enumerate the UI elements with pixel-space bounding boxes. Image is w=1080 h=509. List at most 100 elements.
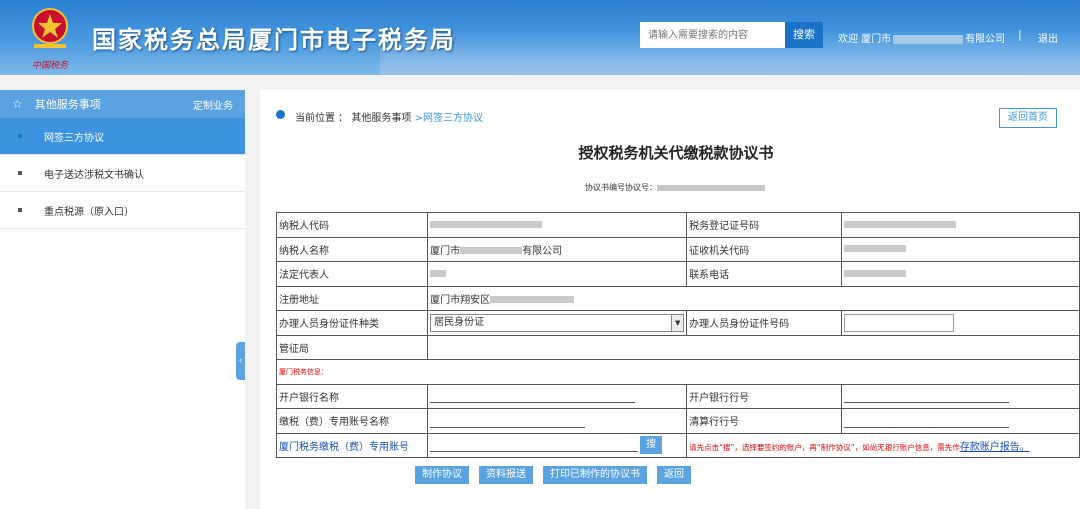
welcome-prefix: 欢迎	[838, 34, 858, 45]
account-name-cell	[427, 408, 688, 434]
section-label: 厦门税务信息：	[279, 368, 328, 377]
action-buttons: 制作协议 资料报送 打印已制作的协议书 返回	[415, 466, 691, 484]
redacted-value	[460, 247, 523, 255]
sidebar-title: 其他服务事项	[34, 98, 101, 111]
emblem-script: 中国税务	[31, 61, 68, 71]
taxpayer-id-label: 纳税人代码	[275, 212, 429, 238]
table-row: 注册地址 厦门市翔安区	[275, 285, 1080, 311]
table-row: 纳税人名称 厦门市 有限公司 征收机关代码	[275, 236, 1080, 262]
address-value: 厦门市翔安区	[427, 285, 1080, 311]
redacted-company-name	[893, 34, 964, 44]
top-header: 中国税务 国家税务总局厦门市电子税务局 搜索 欢迎 厦门市 有限公司 | 退出	[0, 0, 1080, 75]
print-agreement-button[interactable]: 打印已制作的协议书	[543, 466, 647, 484]
bullet-icon	[18, 171, 22, 175]
sidebar-item-tripartite-agreement[interactable]: 网签三方协议	[0, 118, 245, 155]
account-no-input[interactable]	[430, 438, 639, 453]
breadcrumb-parent[interactable]: 其他服务事项	[351, 113, 411, 124]
clearing-bank-input[interactable]	[844, 414, 1010, 428]
account-name-input[interactable]	[430, 414, 586, 428]
tax-bureau-label: 管征局	[275, 334, 429, 360]
search-input[interactable]	[640, 22, 785, 48]
bank-code-cell	[841, 383, 1080, 409]
redacted-value	[430, 269, 447, 277]
bullet-icon	[18, 134, 22, 138]
deposit-account-report-link[interactable]: 存款账户报告。	[960, 442, 1030, 453]
location-pin-icon	[276, 110, 285, 119]
bank-name-input[interactable]	[430, 389, 636, 404]
table-row: 厦门税务缴税（费）专用账号 搜 请先点击“搜”，选择要签约的账户，再“制作协议”…	[275, 432, 1080, 458]
search-button[interactable]: 搜索	[785, 22, 823, 48]
account-no-cell: 搜	[427, 432, 688, 458]
agreement-number: 协议书编号协议号：	[585, 182, 765, 193]
phone-value	[841, 261, 1080, 287]
section-header-cell: 厦门税务信息：	[276, 359, 1080, 385]
logout-link[interactable]: 退出	[1038, 30, 1058, 45]
address-label: 注册地址	[275, 285, 429, 311]
return-home-button[interactable]: 返回首页	[999, 108, 1057, 128]
dropdown-arrow-icon[interactable]: ▼	[671, 314, 684, 331]
agreement-number-label: 协议书编号协议号：	[585, 183, 657, 192]
taxpayer-name-suffix: 有限公司	[522, 245, 563, 257]
phone-label: 联系电话	[686, 261, 843, 287]
header-divider: |	[1018, 28, 1022, 41]
breadcrumb-prefix: 当前位置 ：	[295, 113, 349, 124]
id-no-label: 办理人员身份证件号码	[686, 310, 843, 336]
clearing-bank-label: 清算行行号	[686, 408, 843, 434]
clearing-bank-cell	[841, 408, 1080, 434]
table-row: 办理人员身份证件种类 居民身份证 ▼ 办理人员身份证件号码	[275, 310, 1080, 336]
sidebar-collapse-toggle[interactable]: ‹	[236, 342, 245, 380]
welcome-text: 欢迎 厦门市 有限公司	[838, 30, 1005, 45]
redacted-agreement-number	[657, 184, 765, 191]
bullet-icon	[18, 208, 22, 212]
bank-name-cell	[427, 383, 688, 409]
id-type-selected: 居民身份证	[434, 316, 485, 328]
site-title: 国家税务总局厦门市电子税务局	[92, 26, 456, 54]
tax-bureau-value	[427, 334, 1080, 360]
account-no-label-text: 厦门税务缴税（费）专用账号	[279, 441, 409, 453]
bank-code-input[interactable]	[844, 389, 1010, 404]
address-prefix: 厦门市翔安区	[430, 294, 491, 306]
legal-rep-label: 法定代表人	[275, 261, 429, 287]
account-name-label: 缴税（费）专用账号名称	[275, 408, 429, 434]
submit-documents-button[interactable]: 资料报送	[479, 466, 533, 484]
taxpayer-name-value: 厦门市 有限公司	[427, 236, 688, 262]
id-type-label: 办理人员身份证件种类	[275, 310, 429, 336]
sidebar-item-key-tax-source[interactable]: 重点税源（原入口）	[0, 192, 245, 229]
main-panel: 当前位置 ： 其他服务事项 >网签三方协议 返回首页 授权税务机关代缴税款协议书…	[260, 90, 1080, 509]
star-icon: ☆	[12, 97, 23, 111]
table-row: 管征局	[275, 334, 1080, 360]
welcome-city: 厦门市	[861, 34, 892, 45]
account-search-button[interactable]: 搜	[640, 436, 663, 455]
sidebar: ☆ 其他服务事项 定制业务 网签三方协议 电子送达涉税文书确认 重点税源（原入口…	[0, 90, 245, 509]
taxpayer-name-prefix: 厦门市	[430, 245, 461, 257]
bank-name-label: 开户银行名称	[275, 383, 429, 409]
redacted-value	[844, 269, 907, 277]
tax-emblem-logo	[32, 8, 68, 48]
breadcrumb: 当前位置 ： 其他服务事项 >网签三方协议	[295, 109, 483, 124]
custom-business-link[interactable]: 定制业务	[193, 97, 233, 112]
redacted-value	[490, 296, 575, 304]
tax-reg-no-label: 税务登记证号码	[686, 212, 843, 238]
breadcrumb-current[interactable]: >网签三方协议	[415, 113, 483, 124]
bank-code-label: 开户银行行号	[686, 383, 843, 409]
taxpayer-id-value	[427, 212, 688, 238]
id-number-input[interactable]	[844, 313, 955, 332]
legal-rep-value	[427, 261, 688, 287]
taxpayer-name-label: 纳税人名称	[275, 236, 429, 262]
sidebar-item-label: 重点税源（原入口）	[44, 206, 134, 218]
welcome-suffix: 有限公司	[965, 34, 1006, 45]
redacted-value	[430, 220, 543, 228]
document-title: 授权税务机关代缴税款协议书	[578, 144, 774, 162]
redacted-value	[844, 245, 907, 253]
sidebar-item-electronic-documents[interactable]: 电子送达涉税文书确认	[0, 155, 245, 192]
sidebar-item-label: 电子送达涉税文书确认	[44, 169, 144, 181]
id-type-select[interactable]: 居民身份证 ▼	[430, 313, 685, 332]
table-row: 开户银行名称 开户银行行号	[275, 383, 1080, 409]
redacted-value	[844, 220, 957, 228]
id-type-cell: 居民身份证 ▼	[427, 310, 688, 336]
back-button[interactable]: 返回	[657, 466, 691, 484]
tax-reg-no-value	[841, 212, 1080, 238]
make-agreement-button[interactable]: 制作协议	[415, 466, 469, 484]
table-row: 缴税（费）专用账号名称 清算行行号	[275, 408, 1080, 434]
sidebar-item-label: 网签三方协议	[44, 132, 104, 144]
